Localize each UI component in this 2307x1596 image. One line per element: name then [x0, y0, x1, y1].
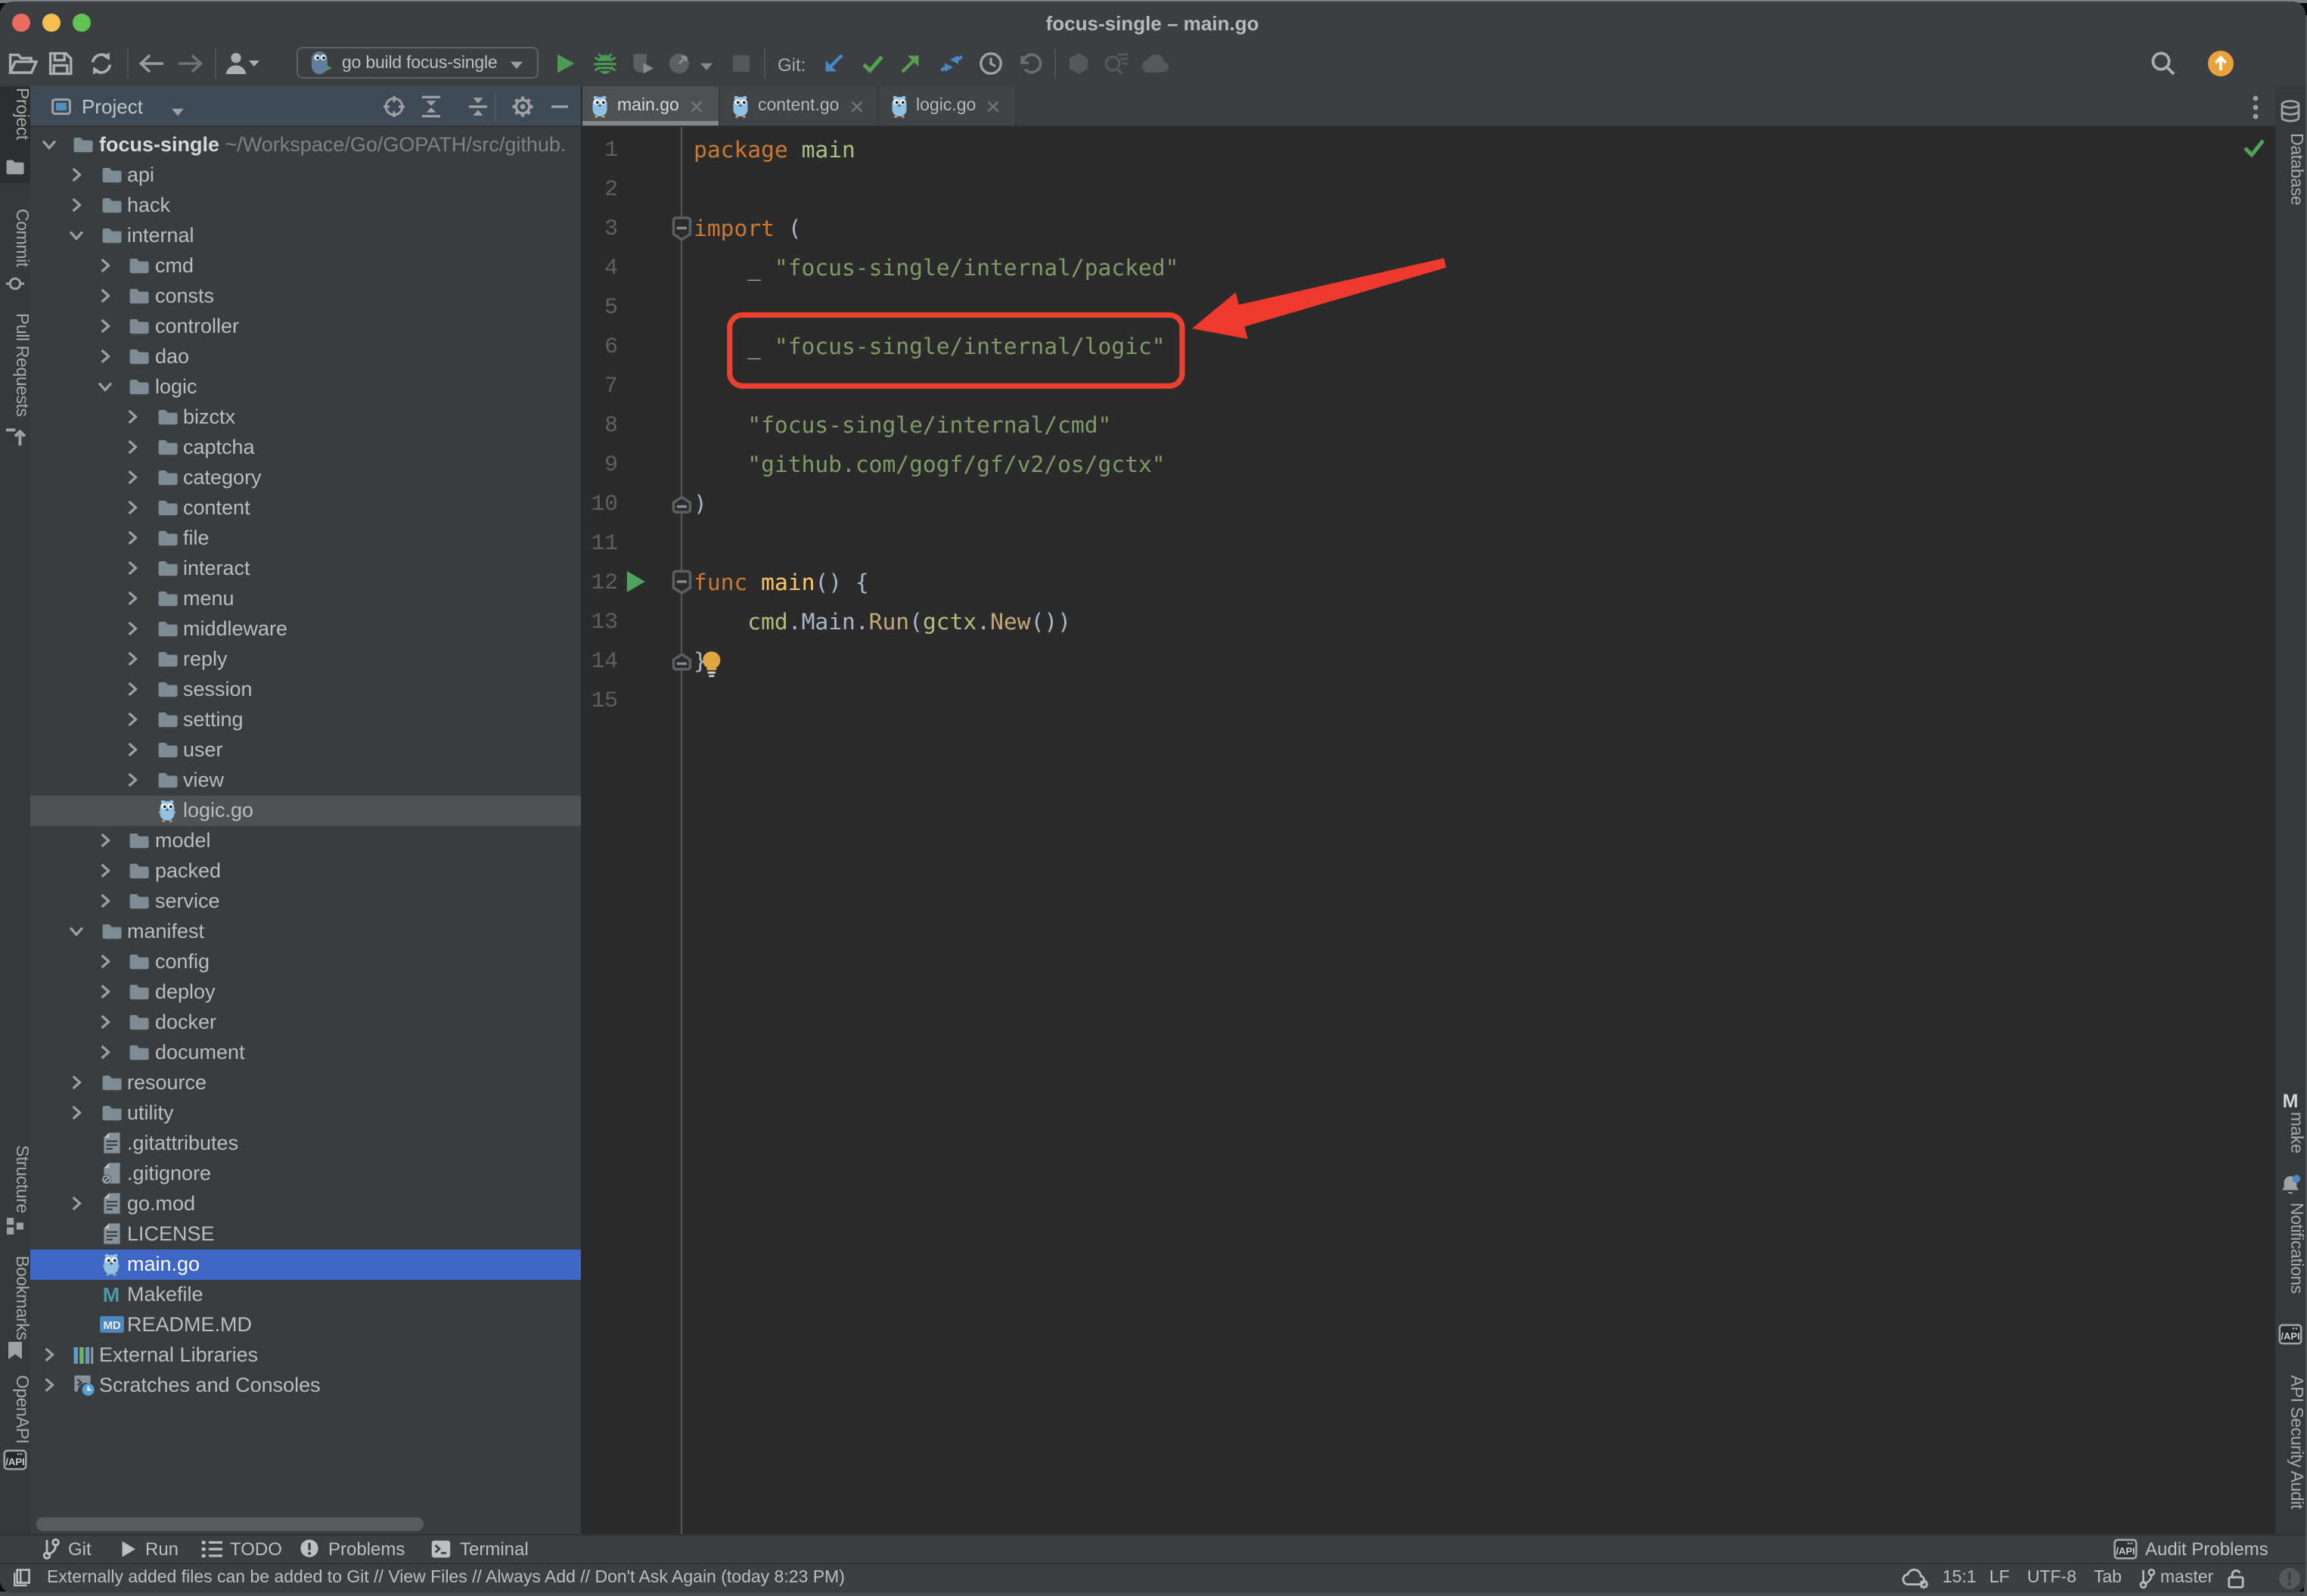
svg-text:/API: /API [2280, 1331, 2299, 1342]
svg-text:/API: /API [2116, 1545, 2135, 1556]
svg-text:M: M [2282, 1091, 2298, 1109]
svg-text:MD: MD [102, 1319, 120, 1332]
svg-text:/API: /API [5, 1455, 24, 1467]
svg-text:M: M [103, 1284, 120, 1304]
